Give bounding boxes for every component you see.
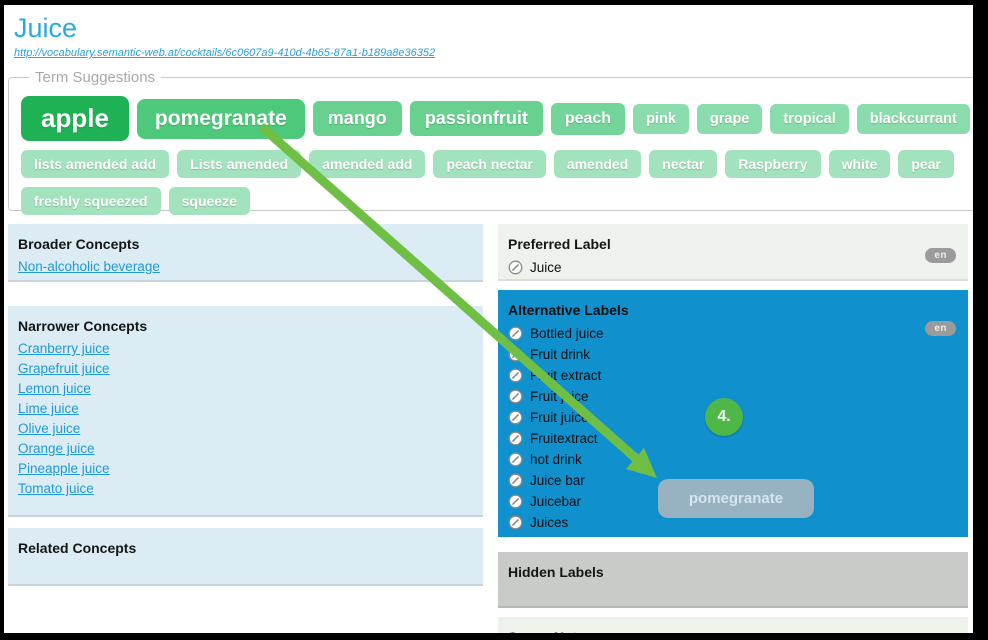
edit-label-icon[interactable] [508, 410, 523, 425]
term-suggestion-tag[interactable]: lists amended add [21, 150, 169, 178]
label-item: Fruit extract [508, 365, 958, 386]
broader-concepts-box: Broader Concepts Non-alcoholic beverage [8, 224, 483, 282]
narrower-concepts-title: Narrower Concepts [8, 306, 483, 334]
concept-link[interactable]: Non-alcoholic beverage [18, 257, 473, 277]
broader-concepts-title: Broader Concepts [8, 224, 483, 252]
term-suggestion-tag[interactable]: peach [551, 103, 625, 135]
edit-label-icon[interactable] [508, 515, 523, 530]
label-item-text: Fruit juice [530, 389, 589, 404]
label-item-text: Fruit extract [530, 368, 601, 383]
term-suggestion-tag[interactable]: amended add [309, 150, 425, 178]
tutorial-step-badge: 4. [705, 398, 743, 436]
language-badge: en [925, 321, 956, 336]
term-suggestion-tag[interactable]: nectar [649, 150, 717, 178]
term-suggestions-row-3: freshly squeezed squeeze [21, 187, 970, 215]
narrower-concepts-box: Narrower Concepts Cranberry juiceGrapefr… [8, 306, 483, 517]
preferred-label-list: Juice [498, 252, 968, 278]
term-suggestion-tag[interactable]: grape [697, 104, 763, 134]
concept-link[interactable]: Lime juice [18, 399, 473, 419]
term-suggestions-legend: Term Suggestions [29, 69, 161, 86]
concept-link[interactable]: Cranberry juice [18, 339, 473, 359]
concept-link[interactable]: Pineapple juice [18, 459, 473, 479]
edit-label-icon[interactable] [508, 431, 523, 446]
preferred-label-box: Preferred Label Juice en [498, 224, 968, 281]
edit-label-icon[interactable] [508, 347, 523, 362]
related-concepts-box: Related Concepts [8, 528, 483, 586]
term-suggestions-row-2: lists amended add Lists amended amended ad… [21, 150, 970, 178]
drag-ghost-pomegranate[interactable]: pomegranate [658, 479, 814, 518]
term-suggestion-tag[interactable]: mango [313, 101, 402, 136]
concept-link[interactable]: Olive juice [18, 419, 473, 439]
term-suggestion-tag[interactable]: squeeze [169, 187, 250, 215]
label-item-text: Juices [530, 515, 568, 530]
term-suggestion-tag[interactable]: blackcurrant [857, 104, 970, 134]
edit-label-icon[interactable] [508, 452, 523, 467]
scope-notes-box: Scope Notes [498, 617, 968, 640]
concept-link[interactable]: Tomato juice [18, 479, 473, 499]
label-item-text: Juice bar [530, 473, 585, 488]
term-suggestion-tag[interactable]: pink [633, 104, 689, 134]
term-suggestion-tag[interactable]: Raspberry [725, 150, 820, 178]
edit-label-icon[interactable] [508, 389, 523, 404]
term-suggestions-row-1: applepomegranatemangopassionfruitpeachpi… [21, 96, 970, 141]
edit-label-icon[interactable] [508, 473, 523, 488]
alternative-labels-title: Alternative Labels [498, 290, 968, 318]
hidden-labels-box: Hidden Labels [498, 552, 968, 608]
label-item: hot drink [508, 449, 958, 470]
concept-link[interactable]: Orange juice [18, 439, 473, 459]
term-suggestion-tag[interactable]: Lists amended [177, 150, 301, 178]
relations-column: Broader Concepts Non-alcoholic beverage … [8, 224, 483, 586]
edit-label-icon[interactable] [508, 515, 523, 530]
term-suggestion-tag[interactable]: pear [898, 150, 954, 178]
language-badge: en [925, 248, 956, 263]
term-suggestions-panel: Term Suggestions applepomegranatemangopa… [8, 69, 983, 211]
edit-label-icon[interactable] [508, 368, 523, 383]
term-suggestion-tag[interactable]: peach nectar [433, 150, 545, 178]
edit-label-icon[interactable] [508, 452, 523, 467]
edit-label-icon[interactable] [508, 260, 523, 275]
edit-label-icon[interactable] [508, 368, 523, 383]
label-item-text: Fruit juices [530, 410, 595, 425]
narrower-concepts-list: Cranberry juiceGrapefruit juiceLemon jui… [8, 334, 483, 499]
term-suggestion-tag[interactable]: apple [21, 96, 129, 141]
edit-label-icon[interactable] [508, 389, 523, 404]
label-item: Juice [508, 257, 958, 278]
edit-label-icon[interactable] [508, 410, 523, 425]
edit-label-icon[interactable] [508, 326, 523, 341]
term-suggestion-tag[interactable]: white [829, 150, 891, 178]
broader-concepts-list: Non-alcoholic beverage [8, 252, 483, 277]
concept-link[interactable]: Lemon juice [18, 379, 473, 399]
label-item: Bottled juice [508, 323, 958, 344]
label-item-text: Juice [530, 260, 562, 275]
label-item-text: Fruitextract [530, 431, 598, 446]
app-window: Juice http://vocabulary.semantic-web.at/… [0, 0, 988, 640]
term-suggestion-tag[interactable]: passionfruit [410, 101, 543, 136]
edit-label-icon[interactable] [508, 326, 523, 341]
label-item-text: Bottled juice [530, 326, 604, 341]
term-suggestion-tag[interactable]: amended [554, 150, 641, 178]
edit-label-icon[interactable] [508, 494, 523, 509]
term-suggestion-tag[interactable]: freshly squeezed [21, 187, 161, 215]
term-suggestion-tag[interactable]: tropical [770, 104, 848, 134]
related-concepts-list [8, 556, 483, 561]
scope-notes-title: Scope Notes [498, 617, 968, 640]
label-item: Fruit drink [508, 344, 958, 365]
related-concepts-title: Related Concepts [8, 528, 483, 556]
concept-link[interactable]: Grapefruit juice [18, 359, 473, 379]
concept-uri-link[interactable]: http://vocabulary.semantic-web.at/cockta… [14, 47, 435, 59]
label-item-text: Fruit drink [530, 347, 590, 362]
edit-label-icon[interactable] [508, 347, 523, 362]
preferred-label-title: Preferred Label [498, 224, 968, 252]
edit-label-icon[interactable] [508, 431, 523, 446]
label-item-text: Juicebar [530, 494, 581, 509]
edit-label-icon[interactable] [508, 260, 523, 275]
label-item-text: hot drink [530, 452, 582, 467]
hidden-labels-title: Hidden Labels [498, 552, 968, 580]
concept-header: Juice http://vocabulary.semantic-web.at/… [14, 13, 435, 61]
page-title: Juice [14, 13, 435, 43]
edit-label-icon[interactable] [508, 473, 523, 488]
edit-label-icon[interactable] [508, 494, 523, 509]
term-suggestion-tag[interactable]: pomegranate [137, 99, 305, 139]
